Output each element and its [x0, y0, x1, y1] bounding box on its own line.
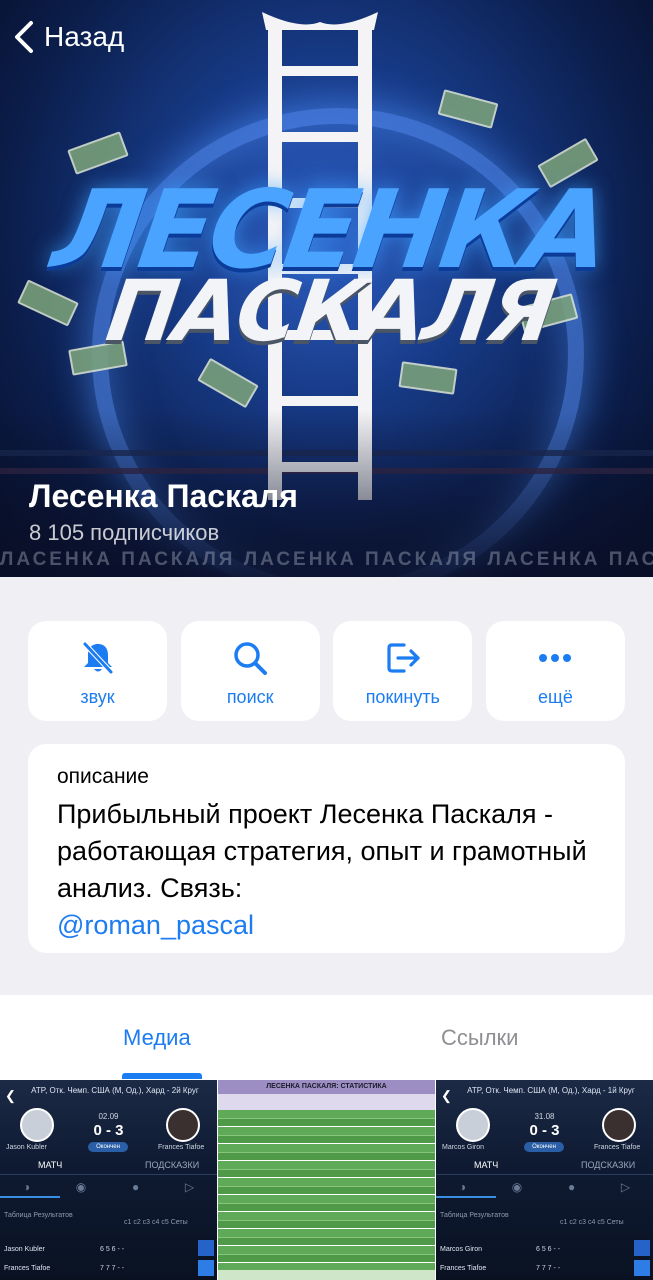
chevron-left-icon: ❮ — [441, 1088, 452, 1103]
match-title: ATP, Отк. Чемп. США (М, Од.), Хард - 2й … — [31, 1086, 199, 1095]
player2-row-name: Frances Tiafoe — [4, 1265, 51, 1272]
leave-icon — [387, 643, 420, 673]
back-label: Назад — [44, 21, 125, 52]
media-grid: ❮ ATP, Отк. Чемп. США (М, Од.), Хард - 2… — [0, 1080, 653, 1280]
divider — [436, 1174, 653, 1175]
channel-name: Лесенка Паскаля — [29, 478, 298, 514]
match-title: ATP, Отк. Чемп. США (М, Од.), Хард - 1й … — [467, 1086, 635, 1095]
search-button[interactable]: поиск — [180, 621, 320, 721]
search-icon — [234, 642, 268, 675]
flag-icon: ▷ — [184, 1180, 195, 1194]
match-score: 0 - 3 — [93, 1122, 124, 1139]
player2-row-cells: 7 7 7 - - — [536, 1265, 561, 1272]
more-label: ещё — [538, 687, 573, 707]
player1-row-cells: 6 5 6 - - — [100, 1246, 125, 1253]
hints-tab: ПОДСКАЗКИ — [581, 1160, 636, 1170]
stats-title: ЛЕСЕНКА ПАСКАЛЯ: СТАТИСТИКА — [218, 1080, 435, 1094]
ball-icon: ◑ — [458, 1180, 467, 1194]
active-tab-indicator — [122, 1073, 202, 1079]
tab-links[interactable]: Ссылки — [441, 1025, 518, 1051]
subscriber-count: 8 105 подписчиков — [29, 520, 220, 545]
leave-label: покинуть — [365, 687, 440, 707]
player2-name: Frances Tiafoe — [594, 1144, 641, 1151]
logo-title-line2: ПАСКАЛЯ — [101, 262, 559, 360]
hints-tab: ПОДСКАЗКИ — [145, 1160, 200, 1170]
more-icon — [539, 654, 572, 662]
chevron-left-icon — [15, 21, 33, 53]
mute-button[interactable]: звук — [28, 621, 167, 721]
globe-icon: ● — [567, 1180, 576, 1194]
player1-name: Jason Kubler — [6, 1144, 47, 1151]
match-status: Окончен — [524, 1142, 564, 1152]
mute-label: звук — [80, 687, 115, 707]
ball-icon: ◑ — [22, 1180, 31, 1194]
media-thumbnail[interactable]: ЛЕСЕНКА ПАСКАЛЯ: СТАТИСТИКА — [218, 1080, 435, 1280]
results-table-title: Таблица Результатов с1 с2 с3 с4 с5 Сеты — [4, 1212, 188, 1226]
media-tabs: Медиа Ссылки — [0, 995, 653, 1080]
description-card: описание Прибыльный проект Лесенка Паска… — [28, 744, 625, 953]
divider — [0, 1174, 217, 1175]
search-label: поиск — [226, 687, 274, 707]
more-button[interactable]: ещё — [485, 621, 625, 721]
player1-name: Marcos Giron — [442, 1144, 485, 1151]
tab-indicator — [436, 1196, 496, 1198]
sport-icons: ◑ ◉ ● ▷ — [0, 1180, 217, 1194]
match-status: Окончен — [88, 1142, 128, 1152]
player2-row-cells: 7 7 7 - - — [100, 1265, 125, 1272]
back-button[interactable]: Назад — [12, 20, 124, 54]
description-body: Прибыльный проект Лесенка Паскаля - рабо… — [57, 799, 587, 903]
flag-icon: ▷ — [620, 1180, 631, 1194]
bell-slash-icon — [82, 642, 113, 674]
tab-indicator — [0, 1196, 60, 1198]
tab-media[interactable]: Медиа — [123, 1025, 191, 1051]
contact-link[interactable]: @roman_pascal — [57, 910, 254, 940]
set-headers: с1 с2 с3 с4 с5 Сеты — [560, 1219, 624, 1226]
player2-row-name: Frances Tiafoe — [440, 1265, 487, 1272]
match-tab: МАТЧ — [474, 1160, 499, 1170]
cover-watermark: ЛАСЕНКА ПАСКАЛЯ ЛАСЕНКА ПАСКАЛЯ ЛАСЕНКА … — [0, 549, 653, 570]
set-cell — [634, 1260, 650, 1276]
channel-cover: ЛЕСЕНКА ПАСКАЛЯ Назад Лесенка Паскаля 8 … — [0, 0, 653, 577]
player1-row-cells: 6 5 6 - - — [536, 1246, 561, 1253]
player1-row-name: Marcos Giron — [440, 1246, 483, 1253]
globe-icon: ● — [131, 1180, 140, 1194]
description-title: описание — [57, 765, 149, 788]
table-title: Таблица Результатов — [4, 1212, 73, 1219]
shield-icon: ◉ — [511, 1180, 523, 1194]
stats-header-row — [218, 1094, 435, 1110]
set-cell — [198, 1240, 214, 1256]
shield-icon: ◉ — [75, 1180, 87, 1194]
stats-table-body — [218, 1110, 435, 1270]
match-score: 0 - 3 — [529, 1122, 560, 1139]
set-cell — [198, 1260, 214, 1276]
player2-name: Frances Tiafoe — [158, 1144, 205, 1151]
match-tab: МАТЧ — [38, 1160, 63, 1170]
sport-icons: ◑ ◉ ● ▷ — [436, 1180, 653, 1194]
results-table-title: Таблица Результатов с1 с2 с3 с4 с5 Сеты — [440, 1212, 624, 1226]
media-thumbnail[interactable]: ❮ ATP, Отк. Чемп. США (М, Од.), Хард - 1… — [436, 1080, 653, 1280]
leave-button[interactable]: покинуть — [333, 621, 473, 721]
table-title: Таблица Результатов — [440, 1212, 509, 1219]
player1-row-name: Jason Kubler — [4, 1246, 45, 1253]
set-headers: с1 с2 с3 с4 с5 Сеты — [124, 1219, 188, 1226]
description-text: Прибыльный проект Лесенка Паскаля - рабо… — [57, 796, 612, 944]
match-date: 02.09 — [98, 1112, 119, 1121]
set-cell — [634, 1240, 650, 1256]
match-date: 31.08 — [534, 1112, 555, 1121]
media-thumbnail[interactable]: ❮ ATP, Отк. Чемп. США (М, Од.), Хард - 2… — [0, 1080, 217, 1280]
stats-footer — [218, 1270, 435, 1280]
channel-actions: звук поиск покинуть ещё — [28, 621, 625, 721]
chevron-left-icon: ❮ — [5, 1088, 16, 1103]
